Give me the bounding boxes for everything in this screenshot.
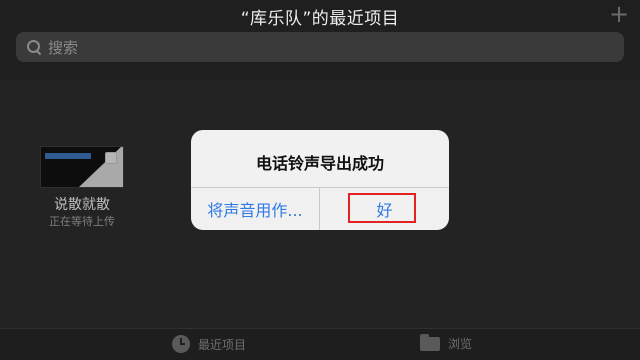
clock-icon — [172, 335, 190, 353]
tab-browse-label: 浏览 — [448, 337, 473, 351]
ok-button-highlight — [348, 193, 416, 223]
page-title: “库乐队”的最近项目 — [240, 9, 400, 29]
search-icon — [26, 39, 42, 55]
search-placeholder: 搜索 — [48, 38, 79, 57]
plus-icon[interactable]: + — [608, 2, 630, 26]
search-input[interactable]: 搜索 — [16, 32, 624, 62]
tab-recent[interactable]: 最近项目 — [172, 335, 246, 353]
alert-title: 电话铃声导出成功 — [255, 154, 384, 173]
tab-browse[interactable]: 浏览 — [420, 333, 473, 352]
tab-bar: 最近项目 浏览 — [0, 328, 640, 360]
header: “库乐队”的最近项目 + 搜索 — [0, 0, 640, 80]
folder-icon — [420, 333, 440, 351]
use-sound-as-button[interactable]: 将声音用作... — [191, 188, 319, 230]
tab-recent-label: 最近项目 — [198, 337, 247, 352]
